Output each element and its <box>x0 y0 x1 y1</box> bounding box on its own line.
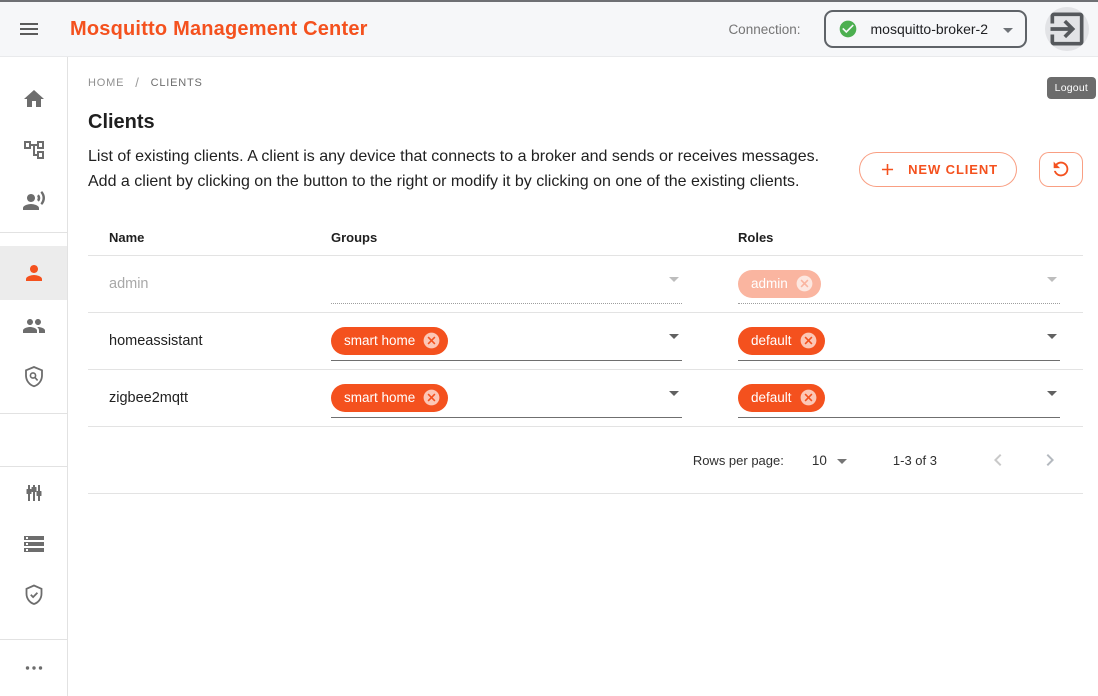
more-icon <box>22 656 46 680</box>
breadcrumb: HOME / CLIENTS <box>88 75 1083 90</box>
pagination-range: 1-3 of 3 <box>893 453 937 468</box>
app-bar: Mosquitto Management Center Connection: … <box>0 0 1098 57</box>
rows-per-page-value: 10 <box>812 453 827 468</box>
chevron-down-icon <box>1003 28 1013 33</box>
sidebar-divider <box>0 413 67 414</box>
chevron-down-icon <box>837 459 847 464</box>
group-chip: smart home <box>331 384 448 412</box>
chevron-down-icon <box>1047 277 1057 282</box>
sidebar-item-settings[interactable] <box>0 467 67 518</box>
chevron-down-icon[interactable] <box>669 391 679 396</box>
person-icon <box>22 261 46 285</box>
app-title: Mosquitto Management Center <box>70 18 368 41</box>
client-name: homeassistant <box>88 313 310 369</box>
table-row[interactable]: admin admin <box>88 256 1083 313</box>
groups-select[interactable]: smart home <box>331 321 682 361</box>
clients-table: Name Groups Roles admin admin <box>88 220 1083 494</box>
client-name: admin <box>88 256 310 312</box>
role-chip: default <box>738 384 825 412</box>
shield-search-icon <box>22 365 46 389</box>
logout-tooltip: Logout <box>1047 77 1096 99</box>
connection-label: Connection: <box>728 22 800 37</box>
table-row[interactable]: homeassistant smart home default <box>88 313 1083 370</box>
rows-per-page-label: Rows per page: <box>693 453 784 468</box>
topology-icon <box>22 138 46 162</box>
breadcrumb-separator: / <box>135 75 139 90</box>
page-title: Clients <box>88 111 1083 134</box>
chip-delete-icon[interactable] <box>422 388 441 407</box>
chip-delete-icon[interactable] <box>799 331 818 350</box>
sidebar-item-home[interactable] <box>0 73 67 124</box>
chevron-down-icon[interactable] <box>669 334 679 339</box>
sidebar-item-groups[interactable] <box>0 300 67 351</box>
new-client-button[interactable]: NEW CLIENT <box>859 152 1017 187</box>
breadcrumb-clients: CLIENTS <box>151 77 203 89</box>
chevron-right-icon <box>1038 448 1062 472</box>
chevron-down-icon <box>669 277 679 282</box>
sidebar-item-logs[interactable] <box>0 518 67 569</box>
page-description: List of existing clients. A client is an… <box>88 144 850 194</box>
column-groups: Groups <box>310 230 717 245</box>
chip-label: default <box>751 390 792 405</box>
table-pagination: Rows per page: 10 1-3 of 3 <box>88 427 1083 494</box>
group-icon <box>22 314 46 338</box>
roles-select[interactable]: default <box>738 378 1060 418</box>
logout-button[interactable] <box>1045 7 1089 51</box>
chip-label: admin <box>751 276 788 291</box>
menu-icon[interactable] <box>17 17 41 41</box>
chip-delete-icon[interactable] <box>799 388 818 407</box>
home-icon <box>22 87 46 111</box>
column-roles: Roles <box>717 230 1083 245</box>
table-header: Name Groups Roles <box>88 220 1083 256</box>
roles-select: admin <box>738 264 1060 304</box>
chevron-down-icon[interactable] <box>1047 334 1057 339</box>
roles-select[interactable]: default <box>738 321 1060 361</box>
sidebar-divider <box>0 232 67 233</box>
sidebar-item-roles[interactable] <box>0 351 67 402</box>
chip-label: smart home <box>344 390 415 405</box>
sidebar-item-security[interactable] <box>0 569 67 620</box>
refresh-button[interactable] <box>1039 152 1083 187</box>
sidebar-item-client-connections[interactable] <box>0 175 67 226</box>
chip-delete-icon[interactable] <box>422 331 441 350</box>
breadcrumb-home[interactable]: HOME <box>88 77 124 89</box>
client-name: zigbee2mqtt <box>88 370 310 426</box>
shield-check-icon <box>22 583 46 607</box>
exit-icon <box>1045 7 1089 51</box>
sidebar-item-topology[interactable] <box>0 124 67 175</box>
group-chip: smart home <box>331 327 448 355</box>
sliders-icon <box>22 481 46 505</box>
groups-select <box>331 264 682 304</box>
client-broadcast-icon <box>22 189 46 213</box>
main-content: HOME / CLIENTS Clients List of existing … <box>68 57 1098 696</box>
new-client-label: NEW CLIENT <box>908 162 998 177</box>
previous-page-button[interactable] <box>986 448 1010 472</box>
next-page-button[interactable] <box>1038 448 1062 472</box>
chevron-left-icon <box>986 448 1010 472</box>
storage-list-icon <box>22 532 46 556</box>
column-name: Name <box>88 230 310 245</box>
chip-label: default <box>751 333 792 348</box>
role-chip: default <box>738 327 825 355</box>
sidebar-item-more[interactable] <box>0 640 67 696</box>
table-row[interactable]: zigbee2mqtt smart home default <box>88 370 1083 427</box>
sidebar <box>0 57 68 696</box>
chip-delete-icon <box>795 274 814 293</box>
plus-icon <box>878 160 897 179</box>
groups-select[interactable]: smart home <box>331 378 682 418</box>
refresh-icon <box>1050 158 1072 180</box>
chip-label: smart home <box>344 333 415 348</box>
connection-select[interactable]: mosquitto-broker-2 <box>824 10 1028 48</box>
connection-value: mosquitto-broker-2 <box>871 21 989 37</box>
check-circle-icon <box>838 19 858 39</box>
rows-per-page-select[interactable]: 10 <box>812 453 847 468</box>
chevron-down-icon[interactable] <box>1047 391 1057 396</box>
sidebar-item-clients[interactable] <box>0 246 67 300</box>
role-chip: admin <box>738 270 821 298</box>
